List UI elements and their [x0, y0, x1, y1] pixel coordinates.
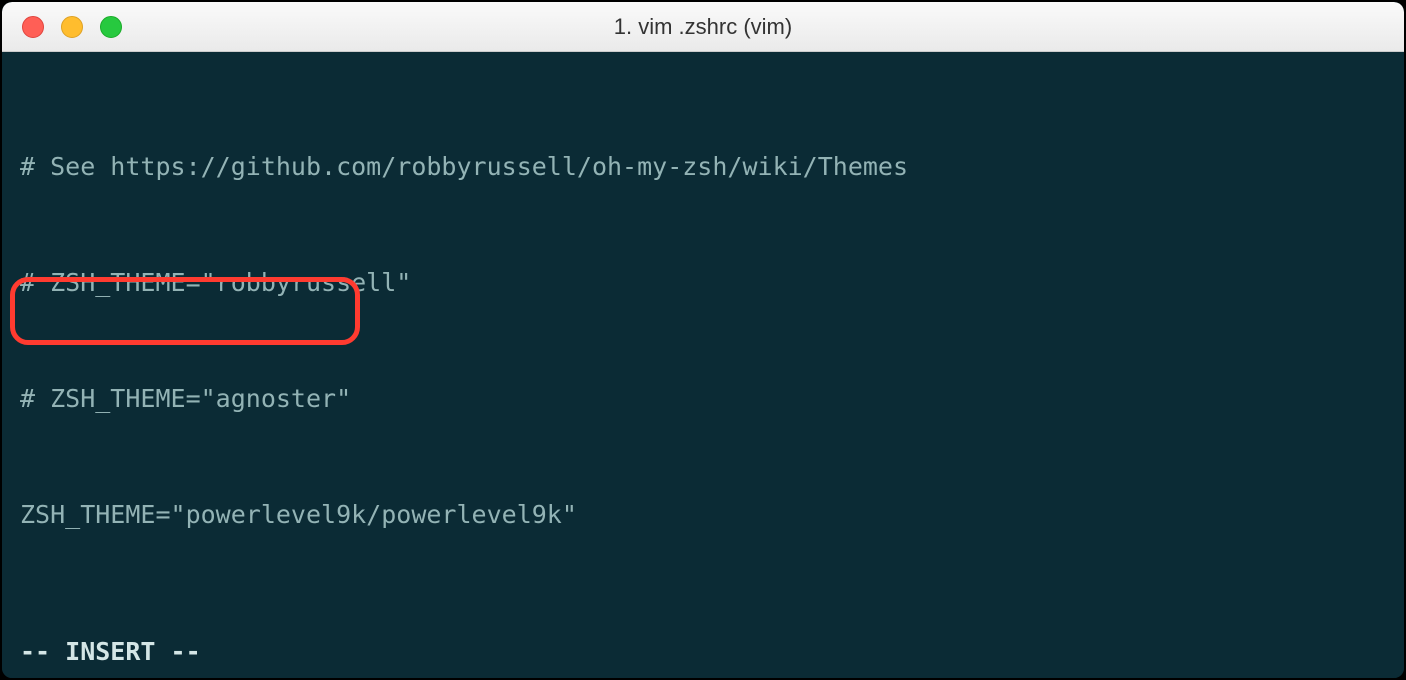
vim-status-mode: -- INSERT --	[20, 633, 201, 672]
terminal-content[interactable]: # See https://github.com/robbyrussell/oh…	[2, 52, 1404, 678]
editor-line: # ZSH_THEME="agnoster"	[2, 380, 1404, 419]
terminal-window: 1. vim .zshrc (vim) # See https://github…	[0, 0, 1406, 680]
editor-line: # ZSH_THEME="robbyrussell"	[2, 264, 1404, 303]
editor-line: # See https://github.com/robbyrussell/oh…	[2, 148, 1404, 187]
editor-line: ZSH_THEME="powerlevel9k/powerlevel9k"	[2, 496, 1404, 535]
window-title: 1. vim .zshrc (vim)	[2, 14, 1404, 40]
titlebar: 1. vim .zshrc (vim)	[2, 2, 1404, 52]
